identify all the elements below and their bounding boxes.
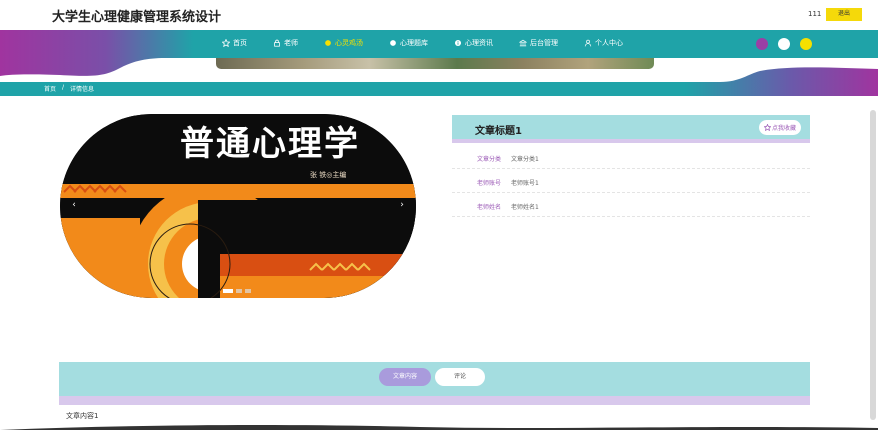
nav-item-label: 心灵鸡汤 — [335, 39, 363, 47]
star-icon — [763, 124, 771, 131]
favorite-label: 点我收藏 — [771, 126, 796, 132]
carousel-indicator[interactable] — [223, 289, 233, 293]
lock-icon — [273, 39, 281, 47]
star-icon — [222, 39, 230, 47]
carousel-indicator[interactable] — [245, 289, 251, 293]
breadcrumb-home[interactable]: 首页 — [44, 84, 56, 93]
bank-icon — [519, 39, 527, 47]
article-body: 文章内容1 — [66, 412, 99, 420]
scrollbar[interactable] — [870, 110, 876, 420]
info-row-category: 文章分类 文章分类1 — [452, 145, 810, 169]
cover-title: 普通心理学 — [180, 124, 360, 164]
article-header-stripe — [452, 139, 810, 143]
info-row-teacher-account: 老师账号 老师账号1 — [452, 169, 810, 193]
nav-item-news[interactable]: 心理资讯 — [454, 36, 493, 50]
nav-item-label: 首页 — [233, 39, 247, 47]
info-value: 文章分类1 — [511, 156, 539, 163]
info-label: 文章分类 — [477, 156, 502, 163]
nav-item-label: 心理题库 — [400, 39, 428, 47]
logout-button[interactable]: 退出 — [826, 8, 862, 21]
carousel-indicators — [223, 289, 251, 293]
main-nav: 首页 老师 心灵鸡汤 心理题库 心理资讯 后台管理 个人中心 — [222, 36, 649, 50]
breadcrumb-current: 详情信息 — [70, 86, 95, 93]
site-title: 大学生心理健康管理系统设计 — [52, 10, 222, 25]
nav-item-label: 心理资讯 — [465, 39, 493, 47]
nav-item-label: 后台管理 — [530, 39, 558, 47]
theme-dot-purple[interactable] — [756, 38, 768, 50]
favorite-button[interactable]: 点我收藏 — [759, 120, 801, 135]
tab-article-content[interactable]: 文章内容 — [379, 368, 431, 386]
footer-wave — [0, 425, 878, 430]
tab-stripe — [59, 396, 810, 405]
top-header: 大学生心理健康管理系统设计 111 退出 — [0, 0, 878, 30]
tab-band — [59, 362, 810, 398]
nav-item-label: 老师 — [284, 39, 298, 47]
nav-item-question-bank[interactable]: 心理题库 — [389, 36, 428, 50]
info-label: 老师账号 — [477, 180, 502, 187]
nav-item-admin[interactable]: 后台管理 — [519, 36, 558, 50]
info-icon — [454, 39, 462, 47]
tab-comments[interactable]: 评论 — [435, 368, 485, 386]
circle-icon — [389, 39, 397, 47]
nav-item-label: 个人中心 — [595, 39, 623, 47]
info-label: 老师姓名 — [477, 204, 502, 211]
nav-item-soul-soup[interactable]: 心灵鸡汤 — [324, 36, 363, 50]
carousel-indicator[interactable] — [236, 289, 242, 293]
info-row-teacher-name: 老师姓名 老师姓名1 — [452, 193, 810, 217]
breadcrumb-separator: / — [62, 84, 65, 91]
theme-dot-white[interactable] — [778, 38, 790, 50]
nav-item-profile[interactable]: 个人中心 — [584, 36, 623, 50]
theme-dot-yellow[interactable] — [800, 38, 812, 50]
nav-item-home[interactable]: 首页 — [222, 36, 247, 50]
nav-item-teacher[interactable]: 老师 — [273, 36, 298, 50]
info-value: 老师姓名1 — [511, 204, 539, 211]
breadcrumb: 首页 / 详情信息 — [44, 84, 94, 93]
image-carousel[interactable]: 普通心理学 张 铁◎主编 ‹ › — [60, 114, 416, 298]
breadcrumb-band — [0, 66, 878, 96]
breadcrumb-wave-background — [0, 67, 878, 96]
article-title: 文章标题1 — [475, 126, 522, 137]
user-name: 111 — [808, 10, 822, 18]
user-icon — [584, 39, 592, 47]
carousel-next-button[interactable]: › — [396, 199, 408, 211]
page: 大学生心理健康管理系统设计 111 退出 首页 老师 心灵鸡汤 心理题库 心理资… — [0, 0, 878, 430]
carousel-prev-button[interactable]: ‹ — [68, 199, 80, 211]
info-value: 老师账号1 — [511, 180, 539, 187]
cover-editor: 张 铁◎主编 — [310, 171, 347, 179]
circle-icon — [324, 39, 332, 47]
